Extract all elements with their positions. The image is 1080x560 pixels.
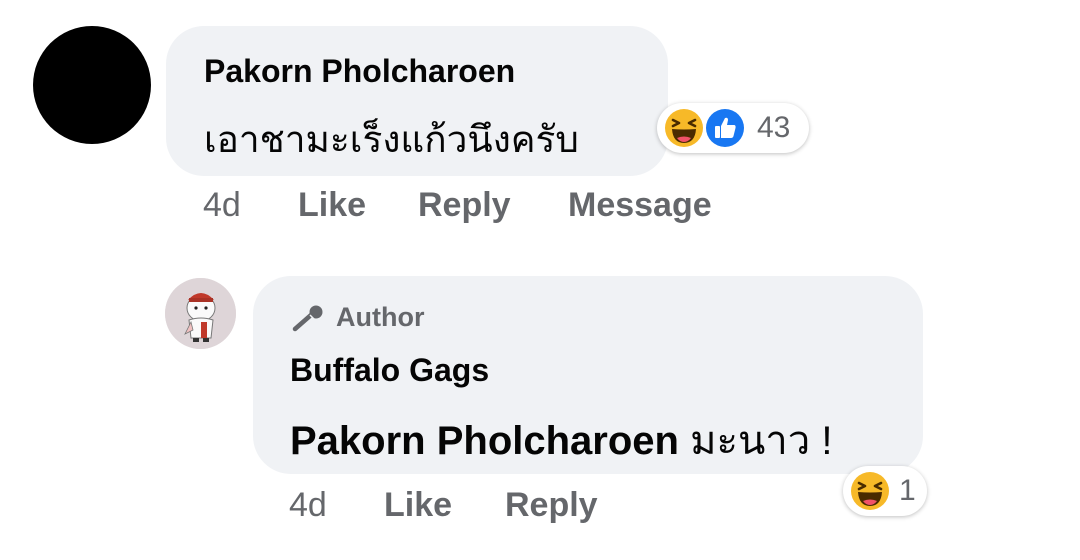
reaction-count: 43 [757,111,791,144]
like-button[interactable]: Like [298,186,366,225]
mention-link[interactable]: Pakorn Pholcharoen [290,419,679,463]
reply-button[interactable]: Reply [418,186,511,225]
message-button[interactable]: Message [568,186,712,225]
reply-like-button[interactable]: Like [384,486,452,525]
comment-timestamp[interactable]: 4d [203,186,241,225]
comment-text: เอาชามะเร็งแก้วนึงครับ [204,119,579,160]
reply-avatar[interactable] [165,278,236,349]
haha-icon [662,106,706,150]
reply-text: Pakorn Pholcharoen มะนาว ! [290,408,832,472]
comment-reactions[interactable]: 43 [657,103,809,153]
microphone-icon [290,303,326,333]
reply-timestamp[interactable]: 4d [289,486,327,525]
haha-icon [848,469,892,513]
reaction-count: 1 [899,474,916,507]
reply-author[interactable]: Buffalo Gags [290,352,489,389]
reply-text-body: มะนาว ! [678,419,833,463]
author-badge-label: Author [336,302,425,332]
commenter-avatar[interactable] [33,26,151,144]
like-icon [703,106,747,150]
comment-author[interactable]: Pakorn Pholcharoen [204,53,515,90]
author-badge: Author [290,302,424,333]
reply-reactions[interactable]: 1 [843,466,927,516]
reply-reply-button[interactable]: Reply [505,486,598,525]
